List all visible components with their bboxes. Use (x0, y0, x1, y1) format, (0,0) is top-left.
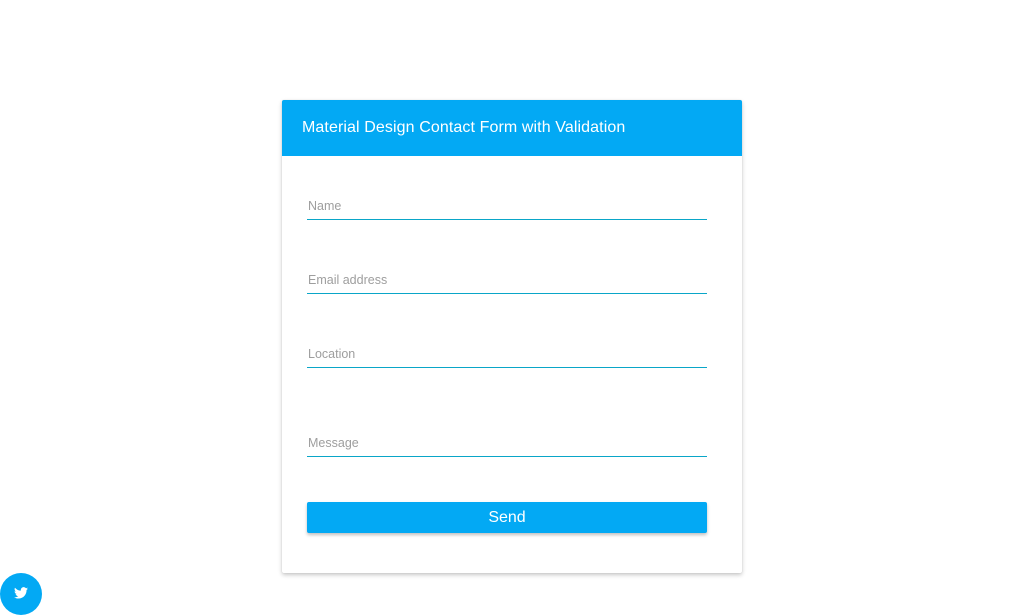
contact-form-card: Material Design Contact Form with Valida… (282, 100, 742, 573)
message-input[interactable] (307, 429, 707, 457)
message-field-wrapper (307, 429, 707, 457)
name-field-wrapper (307, 192, 707, 220)
twitter-icon (14, 587, 28, 599)
email-field-wrapper (307, 266, 707, 294)
location-field-wrapper (307, 340, 707, 368)
send-button[interactable]: Send (307, 502, 707, 533)
email-input[interactable] (307, 266, 707, 294)
name-input[interactable] (307, 192, 707, 220)
card-header: Material Design Contact Form with Valida… (282, 100, 742, 156)
location-input[interactable] (307, 340, 707, 368)
twitter-button[interactable] (0, 573, 42, 615)
form-title: Material Design Contact Form with Valida… (302, 119, 626, 136)
